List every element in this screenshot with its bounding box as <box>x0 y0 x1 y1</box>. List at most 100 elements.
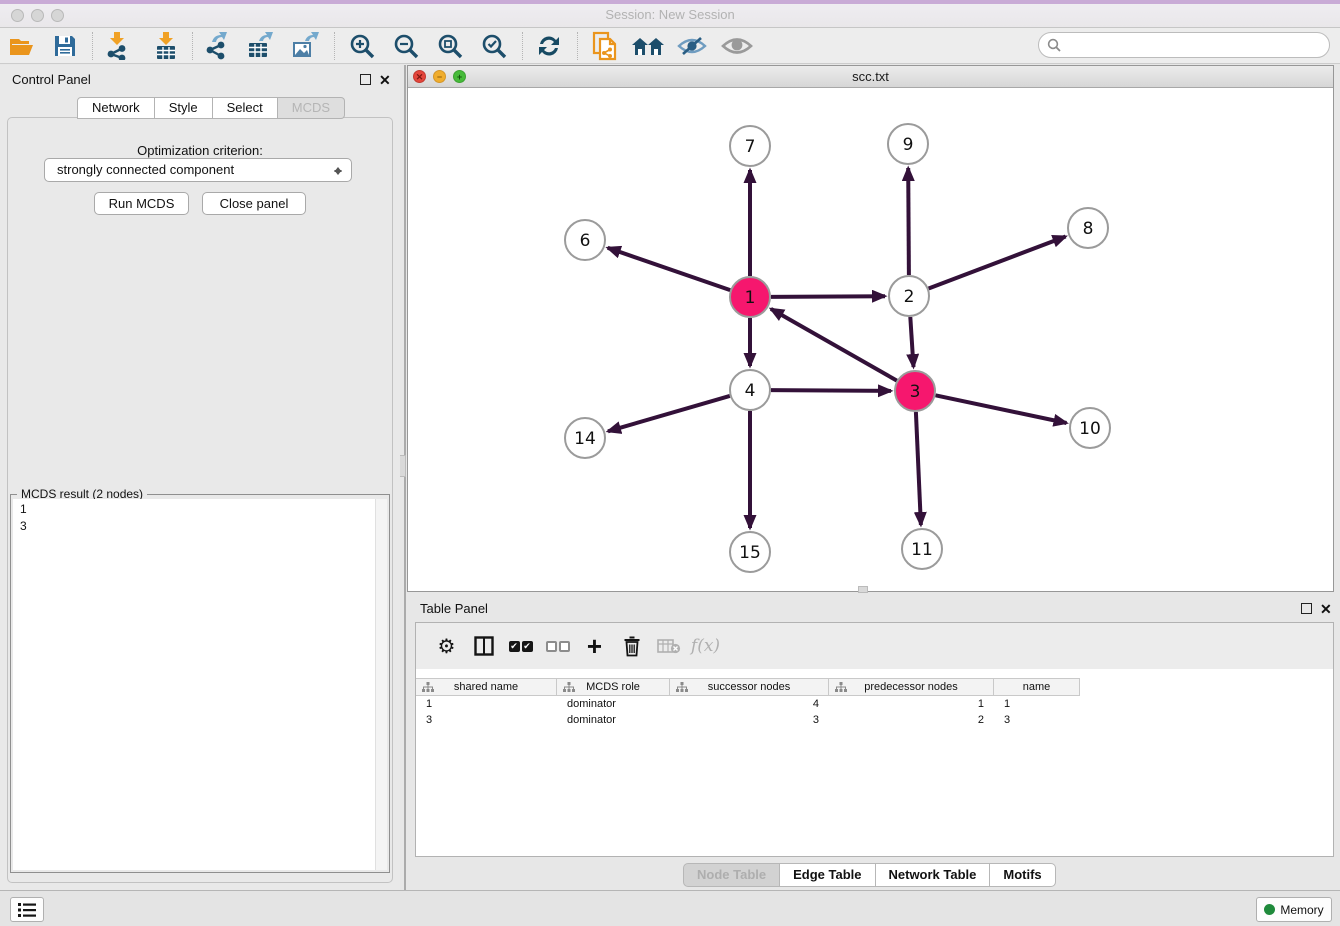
deselect-all-button[interactable] <box>539 631 576 661</box>
graph-edge-4-3[interactable] <box>771 390 891 391</box>
criterion-dropdown[interactable]: strongly connected component <box>44 158 352 182</box>
save-floppy-icon <box>53 34 77 58</box>
delete-table-button[interactable] <box>650 631 687 661</box>
graph-edge-3-10[interactable] <box>936 395 1067 423</box>
cell-predecessor-nodes[interactable]: 1 <box>829 696 994 712</box>
tab-node-table[interactable]: Node Table <box>683 863 780 887</box>
control-panel-tabs: Network Style Select MCDS <box>77 97 345 119</box>
horizontal-splitter-grip[interactable] <box>858 586 868 593</box>
close-table-panel-icon[interactable]: ✕ <box>1320 604 1332 615</box>
add-button[interactable]: + <box>576 631 613 661</box>
table-panel-tabs: Node Table Edge Table Network Table Moti… <box>683 863 1056 887</box>
float-table-panel-icon[interactable] <box>1301 603 1312 614</box>
graph-edge-1-6[interactable] <box>608 248 731 290</box>
zoom-selected-button[interactable] <box>477 31 511 61</box>
delete-table-icon <box>657 638 681 654</box>
delete-button[interactable] <box>613 631 650 661</box>
hierarchy-icon <box>676 682 688 693</box>
table-row[interactable]: 3 dominator 3 2 3 <box>416 712 1080 728</box>
zoom-in-button[interactable] <box>345 31 379 61</box>
graph-edge-2-9[interactable] <box>908 168 909 275</box>
graph-edge-3-11[interactable] <box>916 412 921 525</box>
graph-node-label: 11 <box>911 540 933 560</box>
result-line: 1 <box>20 501 377 518</box>
tab-style[interactable]: Style <box>155 97 213 119</box>
hide-eye-button[interactable] <box>675 31 709 61</box>
close-panel-icon[interactable]: ✕ <box>379 75 391 86</box>
toolbar-separator <box>522 32 523 60</box>
network-window-titlebar[interactable]: ✕ − + scc.txt <box>408 66 1333 88</box>
cell-shared-name[interactable]: 1 <box>416 696 557 712</box>
show-eye-button[interactable] <box>720 31 754 61</box>
search-field[interactable] <box>1038 32 1330 58</box>
zoom-out-icon <box>393 33 419 59</box>
tab-mcds[interactable]: MCDS <box>278 97 345 119</box>
cell-successor-nodes[interactable]: 3 <box>670 712 829 728</box>
export-table-button[interactable] <box>244 31 278 61</box>
cell-mcds-role[interactable]: dominator <box>557 696 670 712</box>
column-header-mcds-role[interactable]: MCDS role <box>557 679 670 695</box>
table-panel: Table Panel ✕ ⚙ ✔✔ + <box>407 598 1340 890</box>
cell-shared-name[interactable]: 3 <box>416 712 557 728</box>
mcds-result-text[interactable]: 1 3 <box>13 499 377 870</box>
plus-icon: + <box>587 633 602 659</box>
tab-motifs[interactable]: Motifs <box>990 863 1055 887</box>
tab-network-table[interactable]: Network Table <box>876 863 991 887</box>
cell-name[interactable]: 1 <box>994 696 1080 712</box>
column-header-name[interactable]: name <box>994 679 1080 695</box>
save-session-button[interactable] <box>48 31 82 61</box>
column-label: name <box>1023 681 1051 693</box>
import-table-button[interactable] <box>149 31 183 61</box>
zoom-out-button[interactable] <box>389 31 423 61</box>
graph-edge-2-3[interactable] <box>910 317 913 367</box>
cell-mcds-role[interactable]: dominator <box>557 712 670 728</box>
table-toolbar: ⚙ ✔✔ + <box>416 623 1333 669</box>
import-table-icon <box>154 32 178 60</box>
tab-network[interactable]: Network <box>77 97 155 119</box>
run-mcds-button[interactable]: Run MCDS <box>94 192 189 215</box>
table-panel-title: Table Panel <box>420 601 488 616</box>
show-columns-button[interactable] <box>465 631 502 661</box>
open-session-button[interactable] <box>6 31 40 61</box>
unchecked-box-icon <box>559 641 570 652</box>
refresh-button[interactable] <box>532 31 566 61</box>
clone-network-button[interactable] <box>588 31 622 61</box>
network-graph-canvas[interactable]: 7968124314101511 <box>408 88 1333 591</box>
graph-node-label: 14 <box>574 429 596 449</box>
close-panel-button[interactable]: Close panel <box>202 192 306 215</box>
show-eye-icon <box>721 35 753 57</box>
select-all-button[interactable]: ✔✔ <box>502 631 539 661</box>
import-network-button[interactable] <box>101 31 135 61</box>
table-settings-button[interactable]: ⚙ <box>428 631 465 661</box>
network-window-title: scc.txt <box>408 69 1333 84</box>
column-header-successor-nodes[interactable]: successor nodes <box>670 679 829 695</box>
tab-select[interactable]: Select <box>213 97 278 119</box>
column-header-shared-name[interactable]: shared name <box>416 679 557 695</box>
hide-eye-icon <box>677 35 707 57</box>
task-history-button[interactable] <box>10 897 44 922</box>
export-network-button[interactable] <box>201 31 235 61</box>
vertical-splitter[interactable] <box>404 65 406 890</box>
memory-status-dot-icon <box>1264 904 1275 915</box>
graph-edge-2-8[interactable] <box>929 237 1066 289</box>
graph-edge-4-14[interactable] <box>608 396 730 431</box>
float-panel-icon[interactable] <box>360 74 371 85</box>
cell-name[interactable]: 3 <box>994 712 1080 728</box>
table-row[interactable]: 1 dominator 4 1 1 <box>416 696 1080 712</box>
result-scrollbar[interactable] <box>375 499 387 870</box>
cell-predecessor-nodes[interactable]: 2 <box>829 712 994 728</box>
criterion-value: strongly connected component <box>57 162 234 177</box>
houses-button[interactable] <box>631 31 665 61</box>
memory-button[interactable]: Memory <box>1256 897 1332 922</box>
node-table: shared name MCDS role successor nodes pr… <box>416 678 1080 728</box>
column-header-predecessor-nodes[interactable]: predecessor nodes <box>829 679 994 695</box>
cell-successor-nodes[interactable]: 4 <box>670 696 829 712</box>
zoom-fit-button[interactable] <box>433 31 467 61</box>
export-image-button[interactable] <box>288 31 322 61</box>
graph-edge-1-2[interactable] <box>771 296 885 297</box>
function-builder-button[interactable]: f(x) <box>687 631 724 661</box>
column-label: predecessor nodes <box>864 681 958 693</box>
search-input[interactable] <box>1066 38 1329 53</box>
tab-edge-table[interactable]: Edge Table <box>780 863 875 887</box>
graph-edge-3-1[interactable] <box>771 309 897 381</box>
